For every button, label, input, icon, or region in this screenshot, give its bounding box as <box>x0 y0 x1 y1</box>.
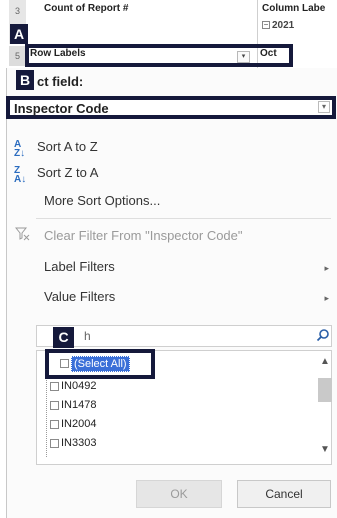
chevron-down-icon[interactable]: ▾ <box>318 101 330 113</box>
list-item[interactable]: IN0492 <box>50 380 96 392</box>
scroll-up-icon[interactable]: ▲ <box>320 356 330 367</box>
value-filters-item[interactable]: Value Filters <box>44 289 115 304</box>
checkbox[interactable] <box>50 419 59 429</box>
submenu-arrow-icon: ▸ <box>324 293 329 303</box>
sort-za-icon: Z A↓ <box>14 165 27 185</box>
column-labels-cell[interactable]: Column Labe <box>262 3 325 14</box>
field-select-dropdown[interactable]: Inspector Code ▾ <box>6 96 336 119</box>
select-all-label: (Select All) <box>71 356 130 372</box>
sort-a-to-z-item[interactable]: Sort A to Z <box>37 139 98 154</box>
funnel-clear-icon <box>14 227 30 243</box>
year-label: 2021 <box>272 20 295 31</box>
menu-divider <box>36 218 331 219</box>
list-item-label: IN1478 <box>61 399 97 411</box>
search-input[interactable] <box>36 325 332 347</box>
cancel-button[interactable]: Cancel <box>237 480 331 508</box>
select-all-item[interactable]: (Select All) <box>45 349 155 379</box>
search-icon[interactable] <box>316 328 330 342</box>
list-item[interactable]: IN3303 <box>50 437 96 449</box>
list-item[interactable]: IN2004 <box>50 418 96 430</box>
list-item-label: IN0492 <box>61 380 97 392</box>
highlight-box-a <box>25 44 293 67</box>
ok-button[interactable]: OK <box>136 480 222 508</box>
label-filters-item[interactable]: Label Filters <box>44 259 115 274</box>
callout-label-c: C <box>53 327 74 348</box>
tree-connector <box>46 372 47 457</box>
field-select-value: Inspector Code <box>14 101 109 116</box>
sort-az-icon: A Z↓ <box>14 139 26 159</box>
select-field-label: ct field: <box>37 74 84 89</box>
list-item-label: IN3303 <box>61 437 97 449</box>
list-item-label: IN2004 <box>61 418 97 430</box>
callout-label-b: B <box>16 70 34 90</box>
row-number-5: 5 <box>9 46 26 66</box>
list-item[interactable]: IN1478 <box>50 399 96 411</box>
clear-filter-item[interactable]: Clear Filter From "Inspector Code" <box>44 228 243 243</box>
collapse-icon[interactable]: − <box>262 21 270 30</box>
checkbox[interactable] <box>50 400 59 410</box>
checkbox[interactable] <box>50 438 59 448</box>
scroll-down-icon[interactable]: ▼ <box>320 444 330 455</box>
search-input-text: h <box>84 329 91 343</box>
scrollbar-thumb[interactable] <box>318 378 332 402</box>
checkbox[interactable] <box>50 381 59 391</box>
year-group-cell[interactable]: −2021 <box>262 20 294 31</box>
select-all-checkbox[interactable] <box>60 359 69 368</box>
submenu-arrow-icon: ▸ <box>324 263 329 273</box>
callout-label-a: A <box>10 24 28 44</box>
more-sort-options-item[interactable]: More Sort Options... <box>44 193 160 208</box>
count-header-cell[interactable]: Count of Report # <box>44 3 128 14</box>
sort-z-to-a-item[interactable]: Sort Z to A <box>37 165 98 180</box>
